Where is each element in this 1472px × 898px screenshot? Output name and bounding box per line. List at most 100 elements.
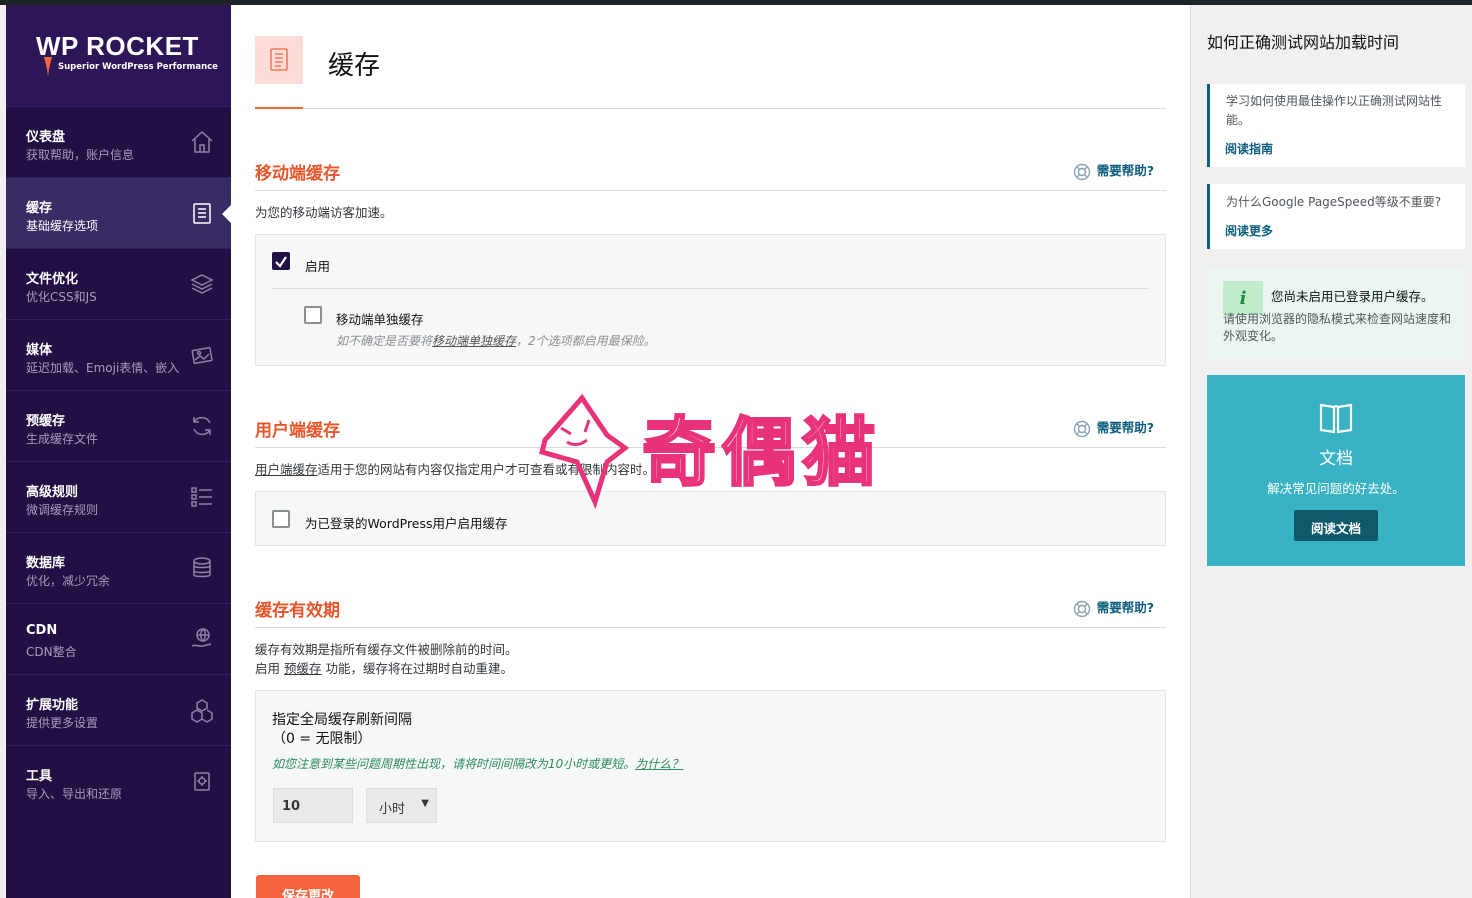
sidebar-item-title: 扩展功能: [26, 698, 79, 713]
layers-icon: [190, 274, 214, 294]
lifespan-unit-select[interactable]: 小时 ▼: [366, 788, 437, 823]
pagespeed-card: 为什么Google PageSpeed等级不重要? 阅读更多: [1207, 184, 1465, 249]
rocket-flame-icon: [44, 57, 52, 77]
cubes-icon: [191, 699, 213, 723]
logged-in-user-cache-label: 为已登录的WordPress用户启用缓存: [305, 516, 508, 531]
list-icon: [191, 487, 212, 507]
documentation-box: 文档 解决常见问题的好去处。 阅读文档: [1207, 375, 1465, 566]
document-icon: [193, 203, 211, 224]
help-link-lifespan[interactable]: 需要帮助?: [1073, 597, 1154, 618]
cache-lifespan-panel: 指定全局缓存刷新间隔 （0 = 无限制） 如您注意到某些问题周期性出现，请将时间…: [255, 690, 1166, 842]
lifebuoy-icon: [1073, 600, 1090, 617]
separate-mobile-cache-note: 如不确定是否要将移动端单独缓存，2个选项都启用最保险。: [336, 332, 656, 349]
sidebar-item-subtitle: 生成缓存文件: [26, 432, 99, 446]
user-cache-link[interactable]: 用户端缓存: [255, 462, 318, 477]
sidebar-item-subtitle: 获取帮助，账户信息: [26, 148, 135, 162]
right-sidebar: 如何正确测试网站加载时间 学习如何使用最佳操作以正确测试网站性能。 阅读指南 为…: [1190, 5, 1472, 898]
notice-text: 请使用浏览器的隐私模式来检查网站速度和外观变化。: [1223, 312, 1452, 343]
lifespan-field-label: 指定全局缓存刷新间隔: [272, 712, 412, 728]
documentation-description: 解决常见问题的好去处。: [1267, 481, 1405, 496]
sidebar-item-subtitle: 延迟加载、Emoji表情、嵌入: [26, 361, 180, 375]
help-link-user[interactable]: 需要帮助?: [1073, 417, 1154, 438]
lifebuoy-icon: [1073, 420, 1090, 437]
read-more-link[interactable]: 阅读更多: [1225, 222, 1273, 239]
mobile-cache-panel: 启用 移动端单独缓存 如不确定是否要将移动端单独缓存，2个选项都启用最保险。: [255, 234, 1166, 366]
option-divider: [272, 288, 1149, 289]
preload-link[interactable]: 预缓存: [284, 661, 322, 676]
separate-mobile-cache-label: 移动端单独缓存: [336, 312, 424, 327]
sidebar-item-subtitle: 优化CSS和JS: [26, 290, 97, 304]
logged-in-user-cache-checkbox[interactable]: [272, 510, 290, 528]
watermark-text: 奇偶猫: [642, 410, 882, 496]
sidebar-item-title: 数据库: [26, 556, 66, 571]
help-label: 需要帮助?: [1096, 600, 1154, 615]
save-changes-button[interactable]: 保存更改: [256, 875, 360, 898]
section-divider: [255, 190, 1166, 191]
why-link[interactable]: 为什么？: [635, 757, 683, 771]
sidebar-item-subtitle: 提供更多设置: [26, 716, 99, 730]
sidebar-item-media[interactable]: 媒体 延迟加载、Emoji表情、嵌入: [6, 319, 231, 390]
documentation-title: 文档: [1319, 449, 1353, 469]
database-icon: [193, 557, 211, 578]
sidebar-item-subtitle: CDN整合: [26, 645, 77, 659]
sidebar-item-database[interactable]: 数据库 优化，减少冗余: [6, 532, 231, 603]
enable-mobile-cache-checkbox[interactable]: [272, 252, 290, 270]
document-icon: [270, 48, 288, 71]
section-title-cache-lifespan: 缓存有效期: [255, 601, 340, 621]
section-divider: [255, 627, 1166, 628]
sidebar-item-title: 仪表盘: [26, 130, 66, 145]
read-guide-link[interactable]: 阅读指南: [1225, 140, 1273, 157]
book-icon: [1319, 403, 1353, 434]
sidebar-item-title: 工具: [26, 769, 53, 784]
sidebar-item-title: CDN: [26, 623, 58, 638]
right-sidebar-title: 如何正确测试网站加载时间: [1207, 33, 1400, 52]
sidebar-item-subtitle: 优化，减少冗余: [26, 574, 111, 588]
active-indicator: [222, 205, 231, 223]
lifespan-value-input[interactable]: 10: [273, 788, 353, 823]
sidebar-item-dashboard[interactable]: 仪表盘 获取帮助，账户信息: [6, 106, 231, 177]
brand-name: WP ROCKET: [36, 31, 199, 61]
section-description: 启用 预缓存 功能，缓存将在过期时自动重建。: [255, 658, 513, 677]
enable-mobile-cache-label: 启用: [305, 259, 331, 274]
guide-card: 学习如何使用最佳操作以正确测试网站性能。 阅读指南: [1207, 84, 1465, 167]
sidebar-item-title: 媒体: [26, 343, 53, 358]
page-header-icon: [255, 36, 303, 84]
note-link[interactable]: 移动端单独缓存: [432, 334, 516, 348]
image-icon: [191, 346, 213, 365]
section-description: 缓存有效期是指所有缓存文件被删除前的时间。: [255, 642, 518, 657]
sidebar-item-cache[interactable]: 缓存 基础缓存选项: [6, 177, 231, 248]
sidebar-item-subtitle: 微调缓存规则: [26, 503, 99, 517]
section-description: 为您的移动端访客加速。: [255, 205, 393, 220]
guide-card-text: 学习如何使用最佳操作以正确测试网站性能。: [1226, 94, 1443, 127]
section-title-user-cache: 用户端缓存: [255, 421, 340, 441]
sidebar: WP ROCKET Superior WordPress Performance…: [6, 5, 231, 898]
sidebar-item-tools[interactable]: 工具 导入、导出和还原: [6, 745, 231, 816]
checkmark-icon: [275, 256, 287, 268]
section-title-mobile-cache: 移动端缓存: [255, 164, 340, 184]
separate-mobile-cache-checkbox[interactable]: [304, 306, 322, 324]
sidebar-item-addons[interactable]: 扩展功能 提供更多设置: [6, 674, 231, 745]
tools-icon: [194, 772, 210, 791]
sidebar-item-advanced-rules[interactable]: 高级规则 微调缓存规则: [6, 461, 231, 532]
refresh-icon: [193, 416, 211, 436]
sidebar-item-cdn[interactable]: CDN CDN整合: [6, 603, 231, 674]
note-text: 如您注意到某些问题周期性出现，请将时间间隔改为10小时或更短。: [272, 757, 636, 771]
read-documentation-button[interactable]: 阅读文档: [1294, 510, 1378, 541]
selected-unit: 小时: [379, 802, 406, 817]
info-icon: i: [1223, 281, 1263, 315]
sidebar-item-file-optimization[interactable]: 文件优化 优化CSS和JS: [6, 248, 231, 319]
sidebar-item-preload[interactable]: 预缓存 生成缓存文件: [6, 390, 231, 461]
sidebar-item-title: 文件优化: [26, 272, 79, 287]
description-text: 功能，缓存将在过期时自动重建。: [325, 661, 514, 676]
note-text: ，2个选项都启用最保险。: [516, 334, 656, 348]
lifespan-field-note: 如您注意到某些问题周期性出现，请将时间间隔改为10小时或更短。为什么？: [272, 755, 683, 772]
title-divider: [255, 108, 1166, 109]
logged-in-cache-notice: i 您尚未启用已登录用户缓存。 请使用浏览器的隐私模式来检查网站速度和外观变化。: [1207, 268, 1465, 358]
pagespeed-card-text: 为什么Google PageSpeed等级不重要?: [1226, 195, 1442, 209]
help-link-mobile[interactable]: 需要帮助?: [1073, 160, 1154, 181]
brand-tagline: Superior WordPress Performance: [58, 62, 218, 72]
notice-title: 您尚未启用已登录用户缓存。: [1271, 289, 1434, 304]
description-text: 启用: [255, 661, 281, 676]
caret-down-icon: ▼: [421, 798, 429, 809]
lifebuoy-icon: [1073, 163, 1090, 180]
